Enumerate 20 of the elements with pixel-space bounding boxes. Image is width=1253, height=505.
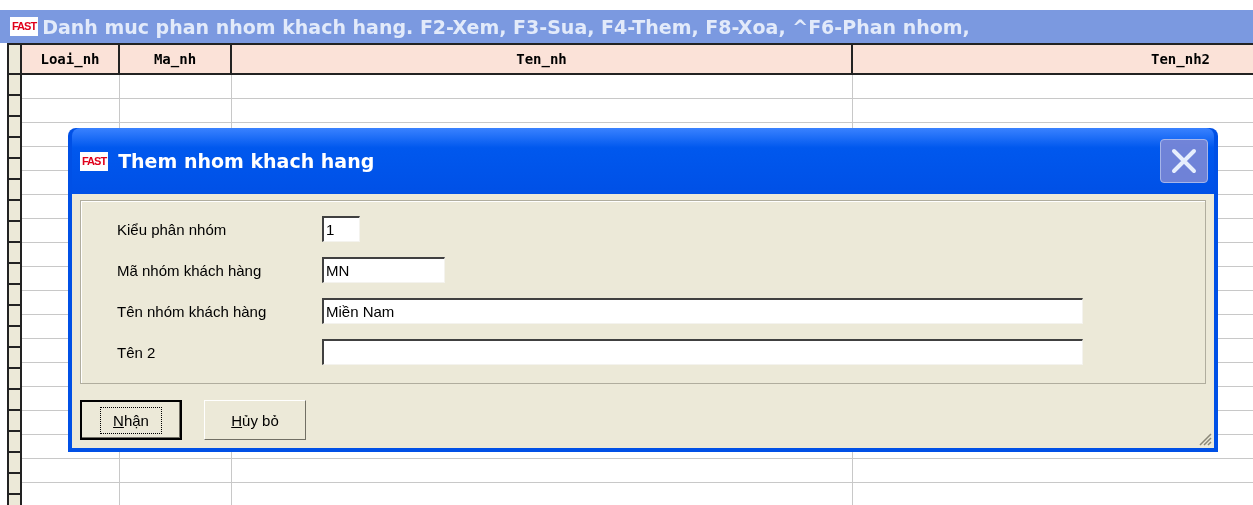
dialog-title: Them nhom khach hang (118, 150, 376, 172)
cancel-button[interactable]: Hủy bỏ (204, 400, 306, 440)
field-label: Tên 2 (117, 343, 157, 361)
resize-grip-icon[interactable] (1198, 432, 1212, 446)
column-header[interactable]: Ten_nh (232, 45, 853, 73)
close-icon (1169, 146, 1199, 176)
window-title: Danh muc phan nhom khach hang. F2-Xem, F3-Sua, F4-Them, F8-Xoa, ^F6-Phan nhom, (42, 15, 970, 38)
ok-button[interactable]: Nhận (80, 400, 182, 440)
input-field[interactable]: Miền Nam (322, 298, 1083, 324)
column-header[interactable]: Ten_nh2 (853, 45, 1253, 73)
input-field[interactable] (322, 339, 1083, 365)
field-label: Tên nhóm khách hàng (117, 302, 268, 320)
column-header[interactable]: Loai_nh (22, 45, 120, 73)
column-header[interactable]: Ma_nh (120, 45, 232, 73)
app-logo: FAST (80, 151, 109, 171)
input-field[interactable]: MN (322, 257, 445, 283)
input-field[interactable]: 1 (322, 216, 360, 242)
app-logo: FAST (10, 17, 39, 36)
field-label: Kiểu phân nhóm (117, 220, 228, 238)
field-label: Mã nhóm khách hàng (117, 261, 263, 279)
